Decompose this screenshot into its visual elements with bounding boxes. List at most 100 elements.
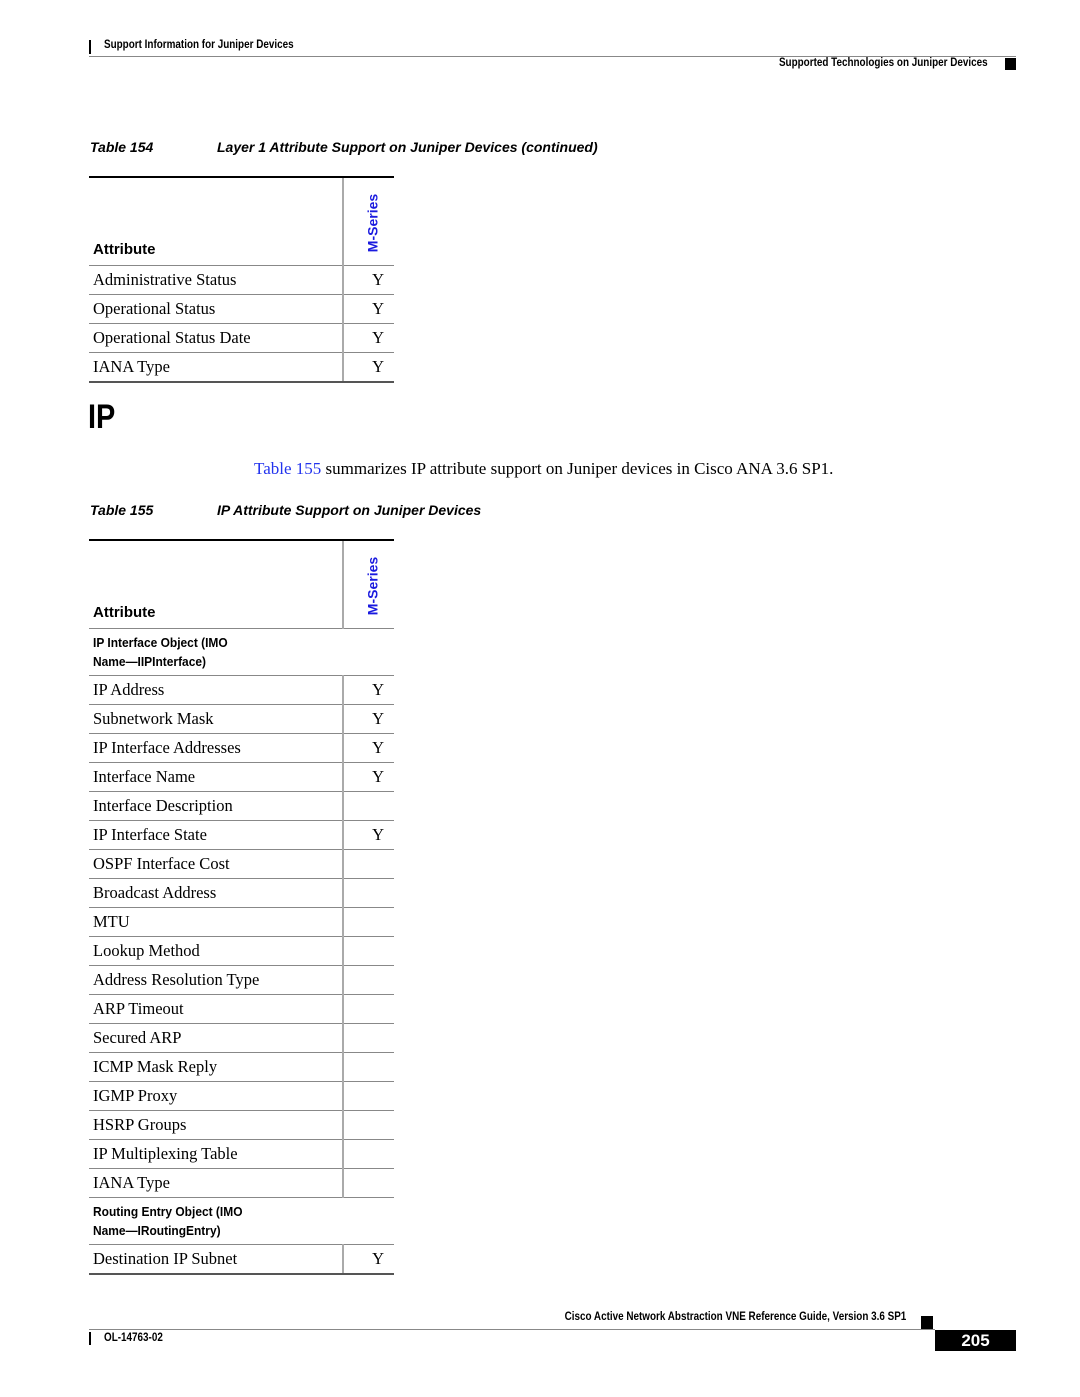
attribute-cell: Interface Name — [89, 762, 343, 792]
group-label-line: IP Interface Object (IMO — [93, 635, 228, 650]
table-row: Operational Status Y — [89, 294, 394, 324]
attribute-cell: Broadcast Address — [89, 878, 343, 908]
table-154-caption: Table 154 Layer 1 Attribute Support on Ju… — [90, 139, 598, 155]
table-row: Lookup Method — [89, 936, 394, 966]
footer-left-bar — [89, 1332, 91, 1345]
m-series-label: M-Series — [364, 193, 381, 253]
m-series-cell — [342, 965, 394, 995]
header-section-title: Supported Technologies on Juniper Device… — [779, 57, 988, 69]
footer-doc-number: OL-14763-02 — [104, 1332, 163, 1344]
m-series-cell — [342, 907, 394, 937]
table-row: MTU — [89, 907, 394, 937]
table-row: IANA Type Y — [89, 352, 394, 383]
table-row: Administrative Status Y — [89, 265, 394, 295]
group-label: IP Interface Object (IMO Name—IIPInterfac… — [93, 633, 228, 671]
column-header-attribute: Attribute — [89, 176, 343, 266]
m-series-cell — [342, 878, 394, 908]
table-row: IP Address Y — [89, 675, 394, 705]
table-row: Address Resolution Type — [89, 965, 394, 995]
table-row: Secured ARP — [89, 1023, 394, 1053]
column-header-m-series: M-Series — [342, 176, 394, 266]
header-chapter-title: Support Information for Juniper Devices — [104, 39, 294, 51]
table-header-row: Attribute M-Series — [89, 539, 394, 629]
header-left-bar — [89, 40, 91, 54]
attribute-cell: Lookup Method — [89, 936, 343, 966]
attribute-cell: IP Interface Addresses — [89, 733, 343, 763]
header-marker — [1005, 58, 1016, 70]
table-header-row: Attribute M-Series — [89, 176, 394, 266]
paragraph-text: summarizes IP attribute support on Junip… — [321, 459, 834, 478]
table-155-title: IP Attribute Support on Juniper Devices — [217, 502, 482, 518]
attribute-cell: ICMP Mask Reply — [89, 1052, 343, 1082]
group-label-line: Name—IIPInterface) — [93, 654, 207, 669]
column-header-m-series: M-Series — [342, 539, 394, 629]
table-row: Operational Status Date Y — [89, 323, 394, 353]
m-series-cell — [342, 1139, 394, 1169]
m-series-cell: Y — [342, 1244, 394, 1275]
table-row: IGMP Proxy — [89, 1081, 394, 1111]
attribute-cell: MTU — [89, 907, 343, 937]
table-row: Subnetwork Mask Y — [89, 704, 394, 734]
attribute-cell: Subnetwork Mask — [89, 704, 343, 734]
column-header-attribute: Attribute — [89, 539, 343, 629]
table-row: IP Multiplexing Table — [89, 1139, 394, 1169]
m-series-label: M-Series — [364, 556, 381, 616]
attribute-cell: Address Resolution Type — [89, 965, 343, 995]
table-row: Destination IP Subnet Y — [89, 1244, 394, 1275]
table-row: Broadcast Address — [89, 878, 394, 908]
table-row: IP Interface State Y — [89, 820, 394, 850]
table-row: IANA Type — [89, 1168, 394, 1198]
attribute-cell: Operational Status Date — [89, 323, 343, 353]
m-series-cell: Y — [342, 733, 394, 763]
m-series-cell — [342, 1168, 394, 1198]
m-series-cell: Y — [342, 762, 394, 792]
table-155-number: Table 155 — [90, 502, 154, 518]
m-series-cell: Y — [342, 704, 394, 734]
footer-guide-title: Cisco Active Network Abstraction VNE Ref… — [564, 1311, 906, 1323]
attribute-cell: OSPF Interface Cost — [89, 849, 343, 879]
table-row: Interface Description — [89, 791, 394, 821]
footer-rule — [89, 1329, 935, 1330]
table-154: Attribute M-Series Administrative Status… — [89, 176, 394, 383]
table-group-row: Routing Entry Object (IMO Name—IRoutingEn… — [89, 1197, 394, 1245]
attribute-cell: IANA Type — [89, 352, 343, 383]
m-series-cell: Y — [342, 820, 394, 850]
page-number: 205 — [935, 1330, 1016, 1351]
m-series-cell — [342, 936, 394, 966]
table-row: OSPF Interface Cost — [89, 849, 394, 879]
attribute-cell: HSRP Groups — [89, 1110, 343, 1140]
table-row: HSRP Groups — [89, 1110, 394, 1140]
table-row: ARP Timeout — [89, 994, 394, 1024]
attribute-cell: Administrative Status — [89, 265, 343, 295]
footer-marker — [921, 1316, 933, 1329]
m-series-cell: Y — [342, 352, 394, 383]
attribute-cell: IANA Type — [89, 1168, 343, 1198]
table-155-link[interactable]: Table 155 — [254, 459, 321, 478]
attribute-cell: IP Address — [89, 675, 343, 705]
m-series-cell — [342, 1023, 394, 1053]
table-155: Attribute M-Series IP Interface Object (… — [89, 539, 394, 1275]
table-154-number: Table 154 — [90, 139, 154, 155]
m-series-cell: Y — [342, 323, 394, 353]
section-heading: IP — [88, 398, 116, 436]
attribute-cell: Destination IP Subnet — [89, 1244, 343, 1275]
section-paragraph: Table 155 summarizes IP attribute suppor… — [254, 459, 833, 479]
group-label-cell: IP Interface Object (IMO Name—IIPInterfac… — [89, 628, 394, 676]
group-label-line: Name—IRoutingEntry) — [93, 1223, 221, 1238]
attribute-cell: Interface Description — [89, 791, 343, 821]
table-group-row: IP Interface Object (IMO Name—IIPInterfac… — [89, 628, 394, 676]
m-series-cell: Y — [342, 294, 394, 324]
m-series-cell — [342, 1081, 394, 1111]
group-label: Routing Entry Object (IMO Name—IRoutingEn… — [93, 1202, 243, 1240]
table-154-title: Layer 1 Attribute Support on Juniper Dev… — [217, 139, 598, 155]
m-series-cell — [342, 791, 394, 821]
group-label-cell: Routing Entry Object (IMO Name—IRoutingEn… — [89, 1197, 394, 1245]
attribute-cell: IGMP Proxy — [89, 1081, 343, 1111]
attribute-cell: Operational Status — [89, 294, 343, 324]
group-label-line: Routing Entry Object (IMO — [93, 1204, 243, 1219]
attribute-cell: Secured ARP — [89, 1023, 343, 1053]
m-series-cell: Y — [342, 675, 394, 705]
table-155-caption: Table 155 IP Attribute Support on Juniper… — [90, 502, 481, 518]
table-row: Interface Name Y — [89, 762, 394, 792]
m-series-cell — [342, 1110, 394, 1140]
